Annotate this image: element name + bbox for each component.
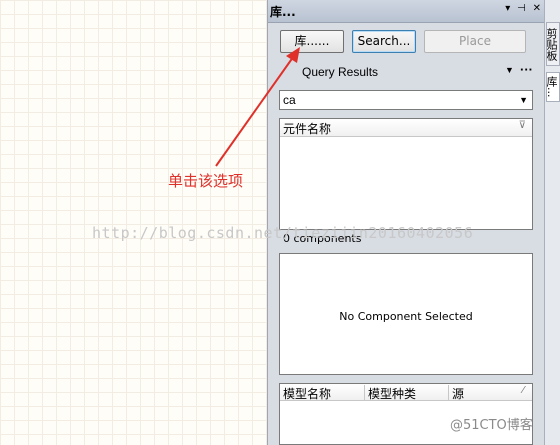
corner-watermark: @51CTO博客 [450,418,533,433]
place-button[interactable]: Place [424,30,526,53]
models-table-header: 模型名称 模型种类 源 ⁄ [280,384,532,401]
column-model-type[interactable]: 模型种类 [365,385,449,401]
component-list-header[interactable]: 元件名称 ⊽ [280,119,532,137]
tab-libraries[interactable]: 库... [546,72,560,102]
chevron-down-icon[interactable]: ▼ [505,65,514,75]
annotation-text: 单击该选项 [168,172,244,190]
column-model-name[interactable]: 模型名称 [280,385,365,401]
panel-menu-icon[interactable]: ▾ [505,3,510,14]
more-options-icon[interactable]: ··· [520,62,533,77]
filter-icon[interactable]: ⊽ [519,120,526,131]
column-source[interactable]: 源 [449,385,509,401]
component-count: 0 components [283,232,362,245]
panel-title: 库... [270,5,296,19]
filter-icon[interactable]: ⁄ [522,385,524,396]
query-results-label: Query Results [302,65,379,79]
panel-titlebar: 库... ▾ ⊣ ✕ [268,0,545,23]
side-tab-strip: 剪贴板 库... [544,0,560,445]
library-selector[interactable]: Query Results ▼ ··· [279,62,534,82]
column-component-name[interactable]: 元件名称 [283,120,331,137]
preview-message: No Component Selected [339,310,473,323]
search-filter-value: ca [283,93,296,107]
tab-clipboard[interactable]: 剪贴板 [546,22,560,66]
libraries-button[interactable]: 库...... [280,30,344,53]
close-icon[interactable]: ✕ [533,3,541,14]
search-button[interactable]: Search... [352,30,416,53]
schematic-canvas[interactable] [0,0,267,445]
library-panel: 库... ▾ ⊣ ✕ 库...... Search... Place Query… [267,0,545,445]
component-preview: No Component Selected [279,253,533,375]
chevron-down-icon[interactable]: ▼ [519,95,528,105]
search-filter-combo[interactable]: ca ▼ [279,90,533,110]
component-list[interactable]: 元件名称 ⊽ [279,118,533,230]
pin-icon[interactable]: ⊣ [517,3,526,14]
